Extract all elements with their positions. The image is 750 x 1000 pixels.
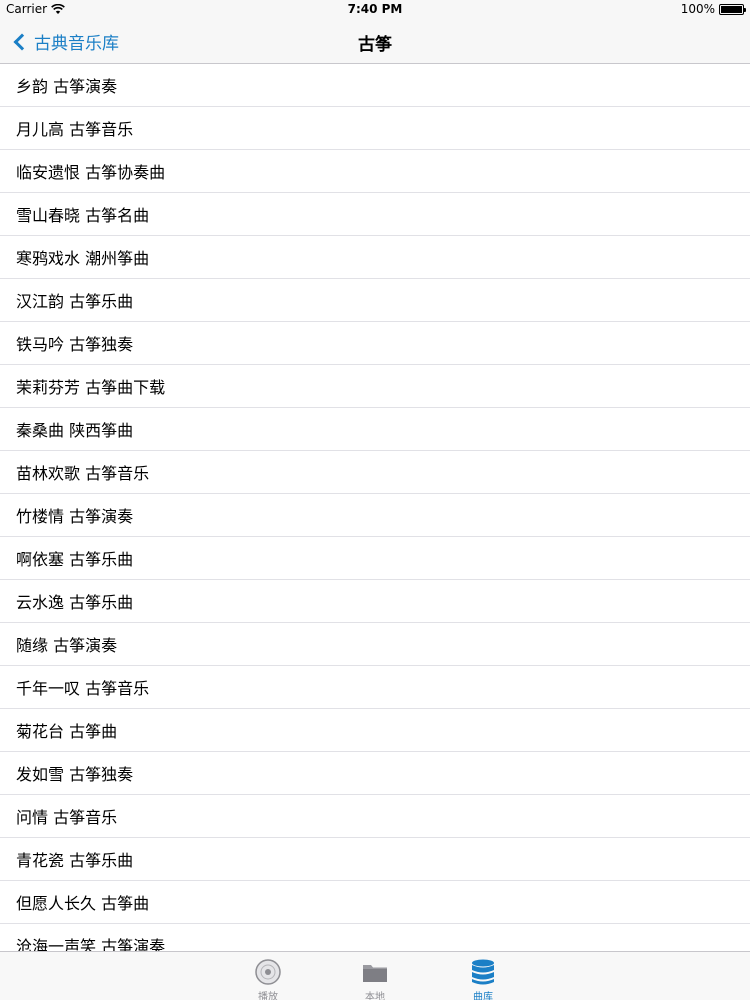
song-row[interactable]: 苗林欢歌 古筝音乐 [0, 451, 750, 494]
song-row[interactable]: 茉莉芬芳 古筝曲下载 [0, 365, 750, 408]
page-title: 古筝 [358, 35, 392, 55]
song-title: 乡韵 古筝演奏 [16, 77, 118, 96]
navigation-bar: 古典音乐库 古筝 [0, 20, 750, 64]
status-right: 100% [680, 2, 746, 16]
song-title: 汉江韵 古筝乐曲 [16, 292, 134, 311]
tab-local[interactable]: 本地 [335, 956, 415, 1000]
song-title: 月儿高 古筝音乐 [16, 120, 134, 139]
folder-icon [363, 965, 387, 982]
song-title: 青花瓷 古筝乐曲 [16, 851, 134, 870]
song-title: 发如雪 古筝独奏 [16, 765, 134, 784]
song-title: 临安遗恨 古筝协奏曲 [16, 163, 166, 182]
disc-icon [255, 959, 281, 985]
song-title: 铁马吟 古筝独奏 [16, 335, 134, 354]
song-row[interactable]: 雪山春晓 古筝名曲 [0, 193, 750, 236]
song-title: 寒鸦戏水 潮州筝曲 [16, 249, 150, 268]
song-title: 苗林欢歌 古筝音乐 [16, 464, 150, 483]
tab-library-label: 曲库 [473, 992, 493, 1000]
song-title: 随缘 古筝演奏 [16, 636, 118, 655]
song-title: 竹楼情 古筝演奏 [16, 507, 134, 526]
song-row[interactable]: 汉江韵 古筝乐曲 [0, 279, 750, 322]
battery-icon [719, 3, 746, 15]
song-row[interactable]: 沧海一声笑 古筝演奏 [0, 924, 750, 952]
song-row[interactable]: 千年一叹 古筝音乐 [0, 666, 750, 709]
song-title: 沧海一声笑 古筝演奏 [16, 937, 166, 952]
song-title: 问情 古筝音乐 [16, 808, 118, 827]
tab-play-label: 播放 [258, 992, 278, 1000]
song-row[interactable]: 啊依塞 古筝乐曲 [0, 537, 750, 580]
song-title: 云水逸 古筝乐曲 [16, 593, 134, 612]
song-title: 秦桑曲 陕西筝曲 [16, 421, 134, 440]
song-title: 千年一叹 古筝音乐 [16, 679, 150, 698]
song-row[interactable]: 乡韵 古筝演奏 [0, 64, 750, 107]
song-title: 茉莉芬芳 古筝曲下载 [16, 378, 166, 397]
song-row[interactable]: 铁马吟 古筝独奏 [0, 322, 750, 365]
song-row[interactable]: 临安遗恨 古筝协奏曲 [0, 150, 750, 193]
song-title: 啊依塞 古筝乐曲 [16, 550, 134, 569]
database-icon [472, 959, 494, 985]
song-row[interactable]: 问情 古筝音乐 [0, 795, 750, 838]
song-row[interactable]: 寒鸦戏水 潮州筝曲 [0, 236, 750, 279]
song-row[interactable]: 秦桑曲 陕西筝曲 [0, 408, 750, 451]
song-row[interactable]: 发如雪 古筝独奏 [0, 752, 750, 795]
status-bar: Carrier 7:40 PM 100% [0, 0, 750, 20]
song-title: 但愿人长久 古筝曲 [16, 894, 150, 913]
song-list[interactable]: 乡韵 古筝演奏 月儿高 古筝音乐 临安遗恨 古筝协奏曲 雪山春晓 古筝名曲 寒鸦… [0, 64, 750, 952]
tab-library[interactable]: 曲库 [443, 956, 523, 1000]
song-row[interactable]: 青花瓷 古筝乐曲 [0, 838, 750, 881]
song-row[interactable]: 随缘 古筝演奏 [0, 623, 750, 666]
tab-bar: 播放 本地 曲库 [0, 951, 750, 1000]
song-row[interactable]: 竹楼情 古筝演奏 [0, 494, 750, 537]
tab-local-label: 本地 [365, 992, 385, 1000]
song-row[interactable]: 月儿高 古筝音乐 [0, 107, 750, 150]
tab-play[interactable]: 播放 [228, 956, 308, 1000]
status-time: 7:40 PM [347, 2, 403, 16]
song-title: 雪山春晓 古筝名曲 [16, 206, 150, 225]
song-title: 菊花台 古筝曲 [16, 722, 118, 741]
battery-percent: 100% [680, 2, 715, 16]
song-row[interactable]: 但愿人长久 古筝曲 [0, 881, 750, 924]
song-row[interactable]: 菊花台 古筝曲 [0, 709, 750, 752]
song-row[interactable]: 云水逸 古筝乐曲 [0, 580, 750, 623]
